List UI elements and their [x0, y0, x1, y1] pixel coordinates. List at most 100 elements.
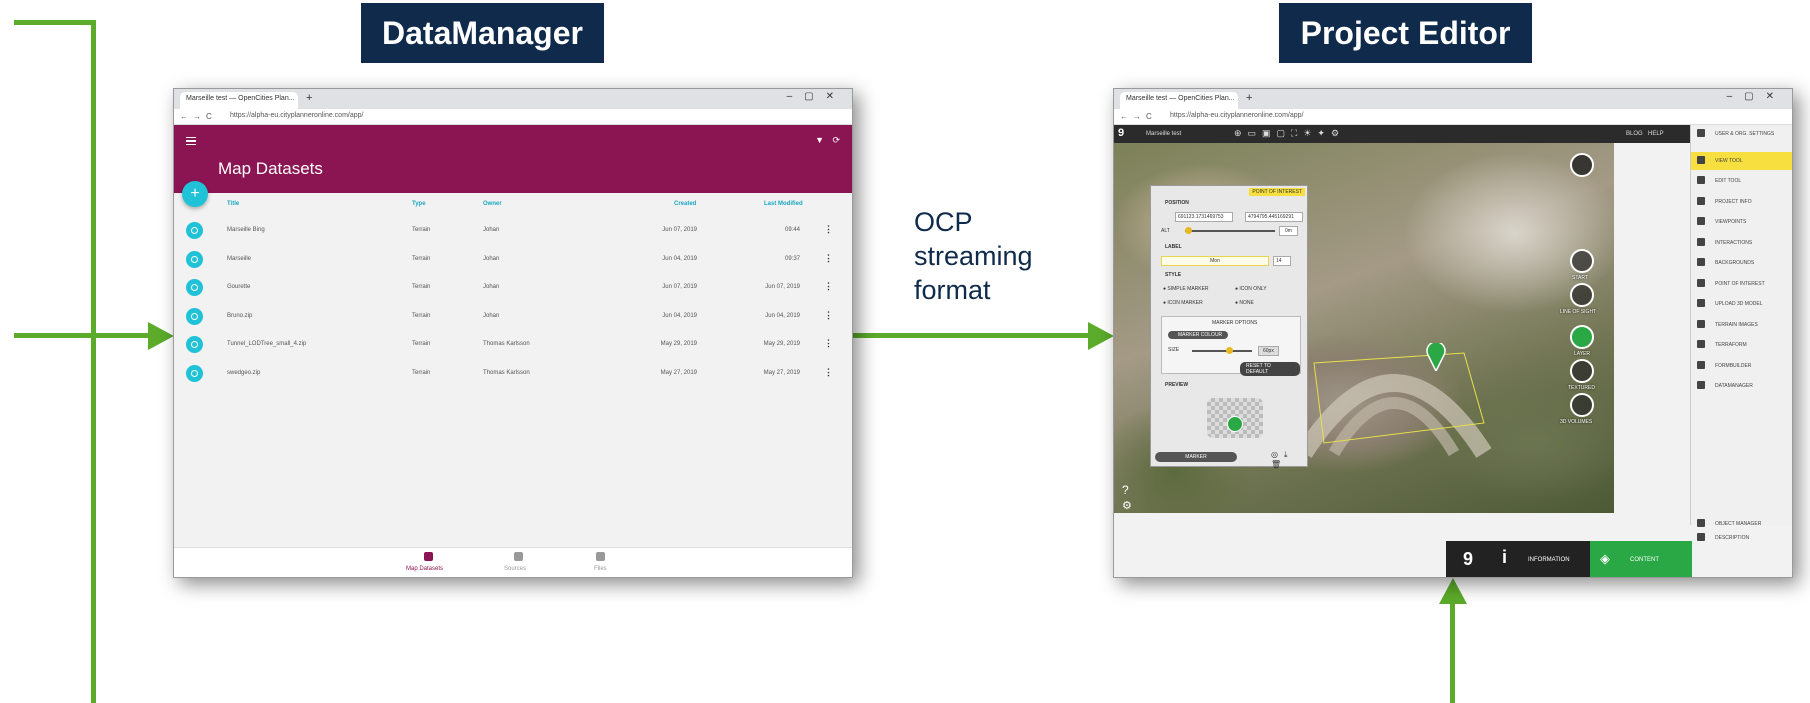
- sidebar-item[interactable]: UPLOAD 3D MODEL: [1691, 295, 1792, 313]
- sidebar-item-label: VIEWPOINTS: [1715, 219, 1747, 225]
- filter-icon[interactable]: ▼: [815, 135, 824, 145]
- more-icon[interactable]: ⋮: [824, 253, 833, 264]
- footer-map-datasets[interactable]: Map Datasets: [406, 566, 443, 572]
- sidebar-item[interactable]: DESCRIPTION: [1691, 529, 1792, 547]
- cell-title: Marseille Bing: [227, 227, 265, 233]
- alt-slider[interactable]: [1185, 227, 1275, 234]
- window-controls[interactable]: –▢✕: [787, 91, 846, 102]
- toolbar-icons[interactable]: ⊕▭▣▢⛶☀✦⚙: [1234, 128, 1345, 139]
- content-label: CONTENT: [1630, 557, 1659, 563]
- 3d-volumes-button[interactable]: [1570, 393, 1594, 417]
- sidebar-item[interactable]: BACKGROUNDS: [1691, 254, 1792, 272]
- new-tab-icon[interactable]: +: [1246, 92, 1252, 104]
- content-tab[interactable]: ◈ CONTENT: [1590, 541, 1692, 577]
- style-icon-marker[interactable]: ● ICON MARKER: [1163, 300, 1203, 306]
- dataset-icon[interactable]: [186, 307, 203, 325]
- start-button[interactable]: [1570, 249, 1594, 273]
- url-text[interactable]: https://alpha-eu.cityplanneronline.com/a…: [1170, 112, 1303, 119]
- line-of-sight-button[interactable]: [1570, 283, 1594, 307]
- compass-icon[interactable]: [1570, 153, 1594, 177]
- size-slider[interactable]: [1192, 347, 1252, 354]
- col-created[interactable]: Created: [674, 201, 696, 207]
- dataset-icon[interactable]: [186, 279, 203, 296]
- textured-button[interactable]: [1570, 359, 1594, 383]
- browser-tab[interactable]: Marseille test — OpenCities Plan...: [1120, 92, 1238, 109]
- sidebar-item-label: VIEW TOOL: [1715, 157, 1743, 164]
- table-row[interactable]: Bruno.zip Terrain Johan Jun 04, 2019 Jun 04,…: [174, 302, 852, 330]
- table-row[interactable]: swedgeo.zip Terrain Thomas Karlsson May 27,…: [174, 359, 852, 387]
- layer-button[interactable]: [1570, 325, 1594, 349]
- address-bar[interactable]: ←→C https://alpha-eu.cityplanneronline.c…: [174, 109, 852, 125]
- style-simple-marker[interactable]: ● SIMPLE MARKER: [1163, 286, 1209, 292]
- sidebar-item[interactable]: USER & ORG. SETTINGS: [1691, 125, 1792, 143]
- size-value[interactable]: 60px: [1258, 346, 1279, 356]
- more-icon[interactable]: ⋮: [824, 281, 833, 292]
- col-type[interactable]: Type: [412, 201, 426, 207]
- refresh-icon[interactable]: ⟳: [832, 135, 840, 146]
- col-title[interactable]: Title: [227, 201, 239, 207]
- coord-y-field[interactable]: 4794795.445169291: [1245, 212, 1303, 222]
- table-row[interactable]: Marseille Terrain Johan Jun 04, 2019 09:37 ⋮: [174, 245, 852, 273]
- coord-x-field[interactable]: 691123.1731469753: [1175, 212, 1233, 222]
- alt-value[interactable]: 0m: [1279, 226, 1298, 236]
- menu-icon[interactable]: [186, 137, 196, 145]
- ocp-label-line: format: [914, 275, 991, 305]
- panel-action-icons[interactable]: ◎⤓🗑: [1271, 450, 1307, 469]
- nav-arrows-icon[interactable]: ←→C: [180, 112, 217, 121]
- reset-default-button[interactable]: RESET TO DEFAULT: [1240, 362, 1300, 376]
- table-row[interactable]: Gourette Terrain Johan Jun 07, 2019 Jun 07, …: [174, 273, 852, 301]
- settings-icon[interactable]: ⚙: [1122, 499, 1132, 512]
- nav-arrows-icon[interactable]: ←→C: [1120, 112, 1157, 121]
- style-icon-only[interactable]: ● ICON ONLY: [1235, 286, 1267, 292]
- marker-dropdown[interactable]: MARKER: [1155, 452, 1237, 462]
- footer-sources[interactable]: Sources: [504, 566, 526, 572]
- browser-tab[interactable]: Marseille test — OpenCities Plan...: [180, 92, 298, 109]
- amphitheatre-shape: [1296, 352, 1492, 458]
- logo-icon[interactable]: 9: [1118, 127, 1124, 139]
- col-modified[interactable]: Last Modified: [764, 201, 803, 207]
- blog-link[interactable]: BLOG: [1626, 131, 1643, 137]
- address-bar[interactable]: ←→C https://alpha-eu.cityplanneronline.c…: [1114, 109, 1792, 125]
- project-editor-window: Marseille test — OpenCities Plan... + –▢…: [1113, 88, 1793, 578]
- help-icon[interactable]: ?: [1122, 483, 1129, 497]
- url-text[interactable]: https://alpha-eu.cityplanneronline.com/a…: [230, 112, 363, 119]
- sidebar-item[interactable]: INTERACTIONS: [1691, 234, 1792, 252]
- table-row[interactable]: Marseille Bing Terrain Johan Jun 07, 2019 09…: [174, 216, 852, 244]
- more-icon[interactable]: ⋮: [824, 310, 833, 321]
- add-dataset-button[interactable]: +: [182, 181, 208, 207]
- dataset-icon[interactable]: [186, 222, 203, 239]
- sidebar-item[interactable]: PROJECT INFO: [1691, 193, 1792, 211]
- cell-owner: Johan: [483, 227, 500, 233]
- label-input[interactable]: Mon: [1161, 256, 1269, 266]
- marker-colour-button[interactable]: MARKER COLOUR: [1168, 331, 1229, 339]
- dataset-icon[interactable]: [186, 250, 203, 268]
- map-datasets-icon[interactable]: [424, 552, 433, 561]
- help-link[interactable]: HELP: [1648, 131, 1664, 137]
- sidebar-item[interactable]: FORMBUILDER: [1691, 357, 1792, 375]
- sidebar-item[interactable]: TERRAIN IMAGES: [1691, 316, 1792, 334]
- sidebar-item[interactable]: EDIT TOOL: [1691, 172, 1792, 190]
- sources-icon[interactable]: [514, 552, 523, 561]
- dataset-icon[interactable]: [186, 364, 203, 382]
- files-icon[interactable]: [596, 552, 605, 561]
- footer-files[interactable]: Files: [594, 566, 607, 572]
- information-tab[interactable]: i INFORMATION: [1490, 541, 1590, 577]
- sidebar-item[interactable]: TERRAFORM: [1691, 336, 1792, 354]
- more-icon[interactable]: ⋮: [824, 338, 833, 349]
- table-row[interactable]: Tunnel_LODTree_small_4.zip Terrain Thomas …: [174, 330, 852, 358]
- poi-marker-icon[interactable]: [1426, 343, 1446, 371]
- logo-block[interactable]: 9: [1446, 541, 1490, 577]
- dataset-icon[interactable]: [186, 336, 203, 353]
- style-none[interactable]: ● NONE: [1235, 300, 1254, 306]
- sidebar-item-label: FORMBUILDER: [1715, 362, 1752, 369]
- col-owner[interactable]: Owner: [483, 201, 502, 207]
- label-size-input[interactable]: 14: [1273, 256, 1291, 266]
- window-controls[interactable]: –▢✕: [1727, 91, 1786, 102]
- sidebar-item[interactable]: DATAMANAGER: [1691, 377, 1792, 395]
- sidebar-item[interactable]: VIEWPOINTS: [1691, 213, 1792, 231]
- sidebar-item[interactable]: POINT OF INTEREST: [1691, 275, 1792, 293]
- new-tab-icon[interactable]: +: [306, 92, 312, 104]
- sidebar-item[interactable]: VIEW TOOL: [1691, 151, 1792, 170]
- more-icon[interactable]: ⋮: [824, 367, 833, 378]
- more-icon[interactable]: ⋮: [824, 224, 833, 235]
